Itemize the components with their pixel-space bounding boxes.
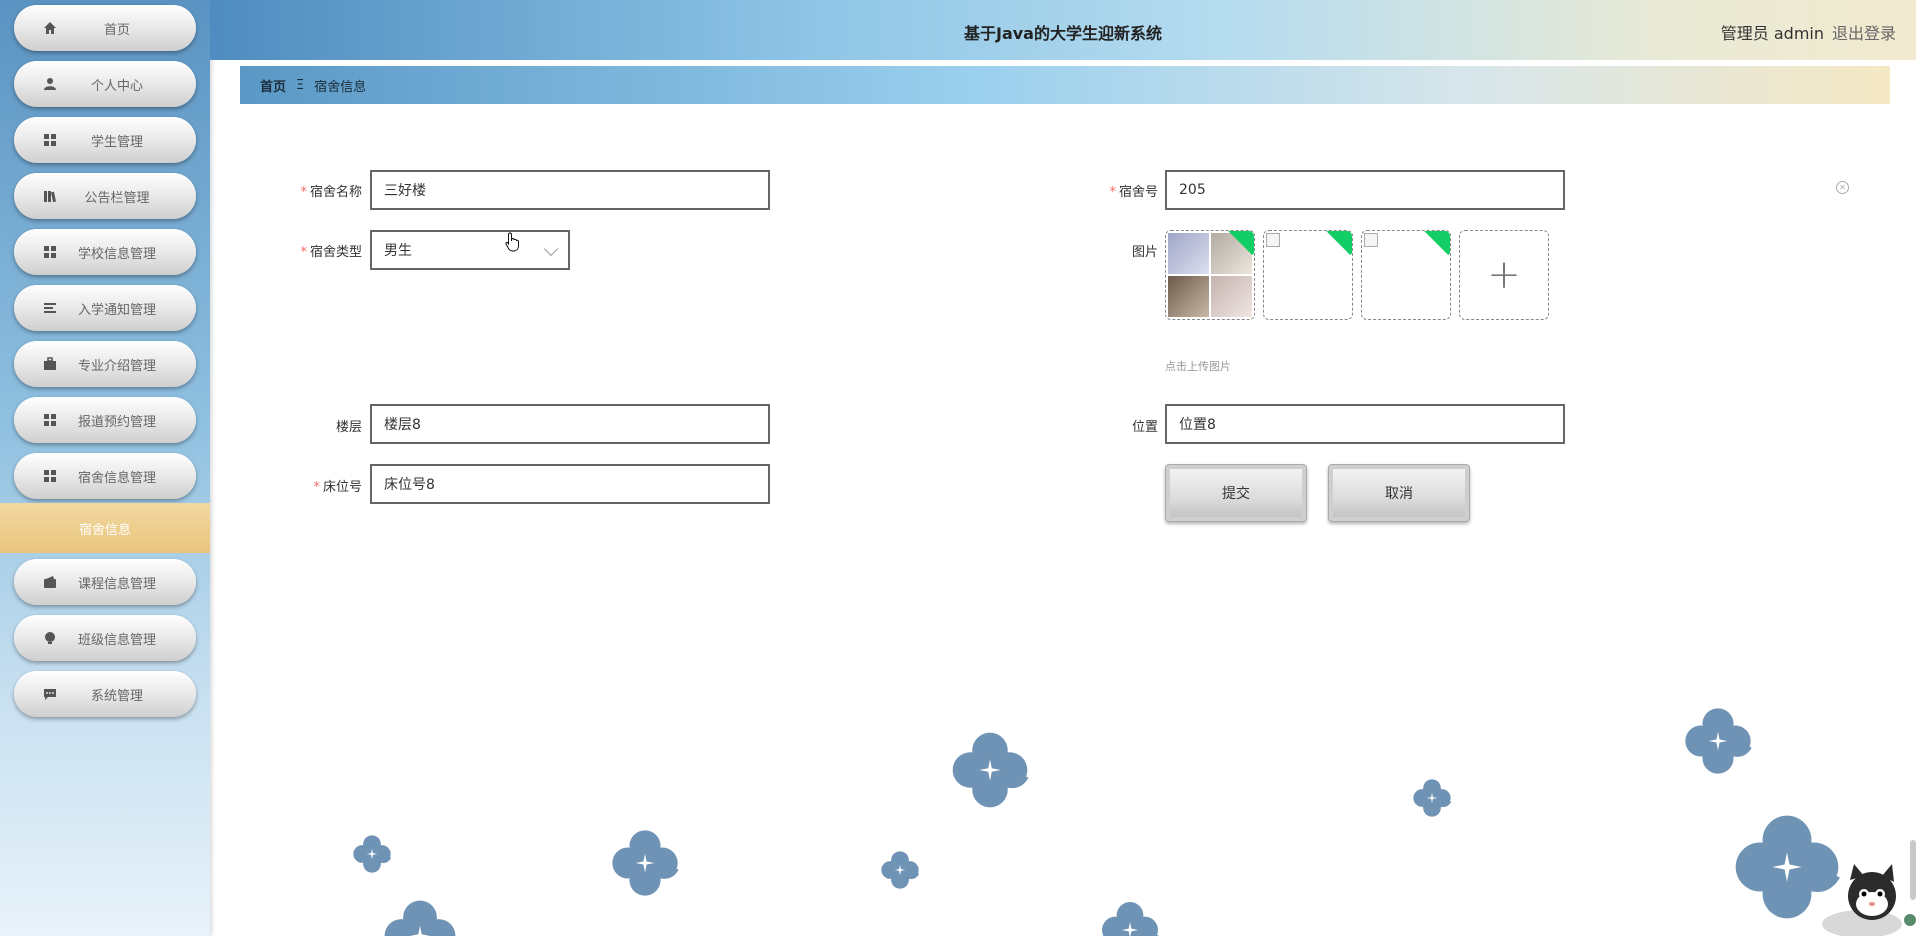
sidebar-item-class[interactable]: 班级信息管理 xyxy=(14,615,196,661)
broken-image-icon xyxy=(1364,233,1378,247)
list-icon xyxy=(42,300,58,316)
required-mark: * xyxy=(300,245,307,260)
sidebar-item-report[interactable]: 报道预约管理 xyxy=(14,397,196,443)
sidebar-item-label: 入学通知管理 xyxy=(77,302,156,318)
sidebar: 首页 个人中心 学生管理 公告栏管理 学校信息管理 入学通知管理 专业介绍管理 … xyxy=(0,0,210,936)
sidebar-item-profile[interactable]: 个人中心 xyxy=(14,61,196,107)
uploaded-image-2[interactable] xyxy=(1263,230,1353,320)
user-icon xyxy=(42,76,58,92)
dorm-name-input[interactable]: 三好楼 xyxy=(370,170,770,210)
sidebar-item-label: 专业介绍管理 xyxy=(77,358,156,374)
breadcrumb: 首页 Ξ 宿舍信息 xyxy=(240,66,1890,104)
wallet-icon xyxy=(42,574,58,590)
clover-decoration xyxy=(370,898,470,936)
required-mark: * xyxy=(1109,185,1116,200)
dorm-type-select[interactable]: 男生 xyxy=(370,230,570,270)
scrollbar[interactable] xyxy=(1910,840,1916,900)
top-header: 基于Java的大学生迎新系统 管理员 admin 退出登录 xyxy=(210,0,1916,60)
dorm-type-label: * 宿舍类型 xyxy=(300,245,362,260)
sidebar-item-school[interactable]: 学校信息管理 xyxy=(14,229,196,275)
clover-decoration xyxy=(1090,900,1170,936)
book-icon xyxy=(42,188,58,204)
sidebar-subitem-label: 宿舍信息 xyxy=(78,522,131,538)
clover-decoration xyxy=(950,730,1030,810)
sidebar-item-label: 宿舍信息管理 xyxy=(77,470,156,486)
hand-cursor-icon xyxy=(505,232,521,256)
grid-icon xyxy=(42,412,58,428)
cancel-button[interactable]: 取消 xyxy=(1328,464,1470,522)
required-mark: * xyxy=(313,480,320,495)
bed-no-label: * 床位号 xyxy=(313,480,362,495)
clover-decoration xyxy=(605,828,685,898)
sidebar-item-label: 学生管理 xyxy=(90,134,143,150)
sidebar-item-dorm[interactable]: 宿舍信息管理 xyxy=(14,453,196,499)
sidebar-item-course[interactable]: 课程信息管理 xyxy=(14,559,196,605)
grid-icon xyxy=(42,244,58,260)
briefcase-icon xyxy=(42,356,58,372)
chat-icon xyxy=(42,686,58,702)
sidebar-item-notice[interactable]: 公告栏管理 xyxy=(14,173,196,219)
breadcrumb-current: 宿舍信息 xyxy=(314,79,367,95)
upload-hint: 点击上传图片 xyxy=(1165,360,1231,373)
breadcrumb-home[interactable]: 首页 xyxy=(260,76,286,95)
upload-image-button[interactable]: + xyxy=(1459,230,1549,320)
grid-icon xyxy=(42,468,58,484)
floor-input[interactable]: 楼层8 xyxy=(370,404,770,444)
close-circle-icon[interactable]: ✕ xyxy=(1836,181,1849,194)
uploaded-image-3[interactable] xyxy=(1361,230,1451,320)
home-icon xyxy=(42,20,58,36)
uploaded-image-1[interactable] xyxy=(1165,230,1255,320)
mascot-cat-icon[interactable] xyxy=(1812,862,1916,936)
sidebar-item-label: 课程信息管理 xyxy=(77,576,156,592)
sidebar-item-label: 个人中心 xyxy=(90,78,143,94)
sidebar-subitem-dorm-info[interactable]: 宿舍信息 xyxy=(0,503,210,553)
sidebar-item-label: 报道预约管理 xyxy=(77,414,156,430)
sidebar-item-label: 班级信息管理 xyxy=(77,632,156,648)
upload-success-badge xyxy=(1321,231,1352,256)
dorm-no-label: * 宿舍号 xyxy=(1109,185,1158,200)
required-mark: * xyxy=(300,185,307,200)
logout-link[interactable]: 退出登录 xyxy=(1832,20,1896,44)
sidebar-item-label: 系统管理 xyxy=(90,688,143,704)
floor-label: 楼层 xyxy=(335,420,362,435)
sidebar-item-label: 首页 xyxy=(103,22,130,38)
bulb-icon xyxy=(42,630,58,646)
sidebar-item-admission[interactable]: 入学通知管理 xyxy=(14,285,196,331)
sidebar-item-home[interactable]: 首页 xyxy=(14,5,196,51)
chevron-down-icon xyxy=(543,241,559,257)
clover-decoration xyxy=(878,850,922,890)
clover-decoration xyxy=(1678,706,1758,776)
sidebar-item-major[interactable]: 专业介绍管理 xyxy=(14,341,196,387)
images-label: 图片 xyxy=(1131,245,1158,260)
dorm-no-input[interactable]: 205 xyxy=(1165,170,1565,210)
plus-icon: + xyxy=(1487,252,1521,298)
sidebar-item-label: 公告栏管理 xyxy=(84,190,150,206)
dorm-type-value: 男生 xyxy=(384,243,412,259)
sidebar-item-system[interactable]: 系统管理 xyxy=(14,671,196,717)
sidebar-item-students[interactable]: 学生管理 xyxy=(14,117,196,163)
dorm-photo xyxy=(1168,233,1252,317)
breadcrumb-separator: Ξ xyxy=(296,77,305,93)
bed-no-input[interactable]: 床位号8 xyxy=(370,464,770,504)
upload-success-badge xyxy=(1419,231,1450,256)
grid-icon xyxy=(42,132,58,148)
clover-decoration xyxy=(350,834,394,874)
app-title: 基于Java的大学生迎新系统 xyxy=(964,24,1162,43)
current-user: 管理员 admin xyxy=(1720,24,1824,43)
sidebar-item-label: 学校信息管理 xyxy=(77,246,156,262)
dorm-name-label: * 宿舍名称 xyxy=(300,185,362,200)
submit-button[interactable]: 提交 xyxy=(1165,464,1307,522)
broken-image-icon xyxy=(1266,233,1280,247)
location-input[interactable]: 位置8 xyxy=(1165,404,1565,444)
location-label: 位置 xyxy=(1131,420,1158,435)
clover-decoration xyxy=(1410,778,1454,818)
